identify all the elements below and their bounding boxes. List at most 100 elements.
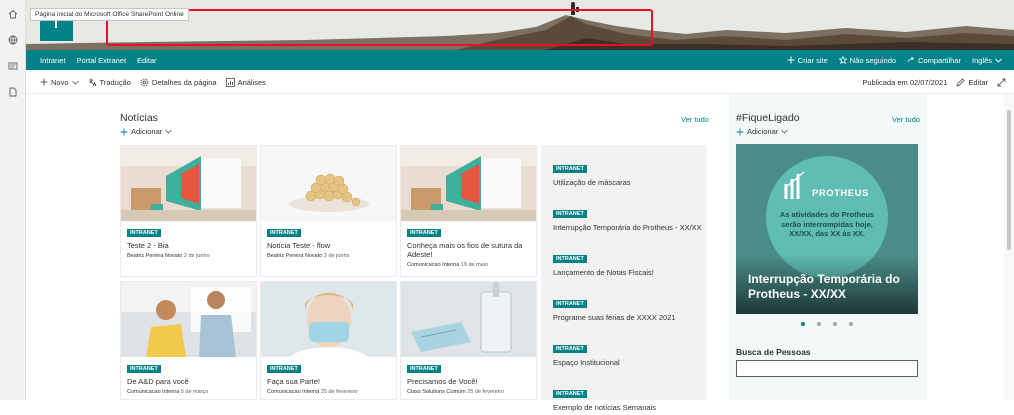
- plus-icon: [787, 56, 795, 64]
- tooltip: Página inicial do Microsoft Office Share…: [30, 8, 189, 21]
- expand-icon: [997, 78, 1006, 86]
- language-label: Inglês: [971, 55, 992, 65]
- news-card-image: [261, 282, 396, 357]
- news-card-date: 2 de junho: [323, 253, 350, 259]
- nav-portal-extranet[interactable]: Portal Extranet: [76, 56, 126, 65]
- news-card-image: [401, 146, 536, 221]
- people-search-title: Busca de Pessoas: [736, 347, 811, 357]
- page-icon[interactable]: [0, 80, 26, 104]
- edit-button[interactable]: Editar: [956, 78, 988, 87]
- list-item-title[interactable]: Interrupção Temporária do Protheus - XX/…: [553, 223, 707, 232]
- list-item-title[interactable]: Lançamento de Notas Fiscais!: [553, 268, 707, 277]
- home-icon[interactable]: [0, 2, 26, 26]
- news-add-label: Adicionar: [131, 127, 163, 136]
- translation-label: Tradução: [99, 77, 131, 87]
- analytics-label: Análises: [237, 77, 266, 87]
- nav-intranet[interactable]: Intranet: [40, 56, 65, 65]
- list-item[interactable]: INTRANET Programe suas férias de XXXX 20…: [541, 280, 707, 325]
- list-item-title[interactable]: Programe suas férias de XXXX 2021: [553, 313, 707, 322]
- language-dropdown[interactable]: Inglês: [972, 56, 1002, 65]
- gear-icon: [140, 78, 149, 86]
- scrollbar[interactable]: [1004, 94, 1014, 400]
- globe-icon[interactable]: [0, 28, 26, 52]
- carousel-dot[interactable]: [817, 322, 821, 326]
- category-badge: INTRANET: [127, 365, 161, 373]
- follow-button[interactable]: Não seguindo: [838, 55, 897, 65]
- news-add-button[interactable]: Adicionar: [120, 127, 173, 136]
- news-section-title: Notícias: [120, 112, 158, 124]
- category-badge: INTRANET: [553, 345, 587, 353]
- news-card-date: 19 de maio: [460, 262, 489, 268]
- translate-icon: [88, 78, 96, 86]
- news-card-date: 5 de março: [180, 389, 209, 395]
- news-card-title[interactable]: Notícia Teste - flow: [267, 241, 390, 250]
- create-site-button[interactable]: Criar site: [787, 56, 828, 65]
- news-card-author: Beatriz Pereira Novato: [267, 253, 323, 259]
- list-item-title[interactable]: Espaço Institucional: [553, 358, 707, 367]
- category-badge: INTRANET: [267, 365, 301, 373]
- news-card-title[interactable]: Precisamos de Você!: [407, 377, 530, 386]
- news-card-title[interactable]: Teste 2 - Bia: [127, 241, 250, 250]
- list-item[interactable]: INTRANET Interrupção Temporária do Proth…: [541, 190, 707, 235]
- list-item[interactable]: INTRANET Espaço Institucional: [541, 325, 707, 370]
- news-card-title[interactable]: De A&D para você: [127, 377, 250, 386]
- chevron-down-icon: [165, 129, 173, 134]
- list-item[interactable]: INTRANET Utilização de máscaras: [541, 145, 707, 190]
- news-card-date: 2 de junho: [183, 253, 210, 259]
- pencil-icon: [956, 78, 965, 86]
- news-card-image: [121, 282, 256, 357]
- list-item[interactable]: INTRANET Exemplo de notícias Semanais: [541, 370, 707, 415]
- news-card-author: Comunicacao Interna: [407, 262, 460, 268]
- news-card[interactable]: INTRANET Precisamos de Você! Class Solut…: [400, 281, 537, 400]
- side-see-all-link[interactable]: Ver tudo: [892, 115, 920, 124]
- news-card[interactable]: INTRANET Conheça mais os fios de sutura …: [400, 145, 537, 277]
- news-card[interactable]: INTRANET Teste 2 - Bia Beatriz Pereira N…: [120, 145, 257, 277]
- analytics-button[interactable]: Análises: [225, 77, 266, 87]
- side-add-label: Adicionar: [747, 127, 779, 136]
- analytics-icon: [225, 77, 235, 87]
- news-card[interactable]: INTRANET Notícia Teste - flow Beatriz Pe…: [260, 145, 397, 277]
- carousel-dot[interactable]: [849, 322, 853, 326]
- follow-label: Não seguindo: [849, 55, 897, 65]
- carousel-slide[interactable]: PROTHEUS As atividades do Protheus serão…: [736, 144, 918, 314]
- create-site-label: Criar site: [797, 55, 828, 65]
- category-badge: INTRANET: [553, 255, 587, 263]
- news-card-title[interactable]: Conheça mais os fios de sutura da Adeste…: [407, 241, 530, 259]
- people-search-input[interactable]: [736, 360, 918, 377]
- share-icon: [907, 56, 915, 63]
- side-add-button[interactable]: Adicionar: [736, 127, 789, 136]
- carousel-pager: [801, 322, 853, 326]
- page-details-button[interactable]: Detalhes da página: [140, 78, 217, 87]
- category-badge: INTRANET: [553, 210, 587, 218]
- news-card-image: [261, 146, 396, 221]
- carousel-image-text: As atividades do Protheus serão interrom…: [779, 210, 875, 238]
- category-badge: INTRANET: [127, 229, 161, 237]
- carousel-dot[interactable]: [833, 322, 837, 326]
- news-card[interactable]: INTRANET Faça sua Parte! Comunicacao Int…: [260, 281, 397, 400]
- new-label: Novo: [51, 77, 69, 87]
- news-card-author: Beatriz Pereira Novato: [127, 253, 183, 259]
- list-item[interactable]: INTRANET Lançamento de Notas Fiscais!: [541, 235, 707, 280]
- page-details-label: Detalhes da página: [151, 77, 217, 87]
- news-card[interactable]: INTRANET De A&D para você Comunicacao In…: [120, 281, 257, 400]
- list-item-title[interactable]: Utilização de máscaras: [553, 178, 707, 187]
- expand-button[interactable]: [997, 78, 1006, 87]
- hub-navigation-bar: Intranet Portal Extranet Editar Criar si…: [26, 50, 1014, 70]
- new-button[interactable]: Novo: [40, 78, 79, 87]
- share-button[interactable]: Compartilhar: [907, 56, 961, 65]
- category-badge: INTRANET: [553, 390, 587, 398]
- news-card-date: 25 de fevereiro: [320, 389, 358, 395]
- translation-button[interactable]: Tradução: [88, 78, 131, 87]
- chevron-down-icon: [781, 129, 789, 134]
- nav-edit[interactable]: Editar: [137, 56, 157, 65]
- news-list: INTRANET Utilização de máscaras INTRANET…: [541, 145, 707, 412]
- side-section-title: #FiqueLigado: [736, 112, 800, 124]
- news-card-date: 25 de fevereiro: [467, 389, 504, 395]
- share-label: Compartilhar: [918, 55, 961, 65]
- carousel-caption[interactable]: Interrupção Temporária do Protheus - XX/…: [748, 272, 908, 302]
- list-item-title[interactable]: Exemplo de notícias Semanais: [553, 403, 707, 412]
- news-icon[interactable]: [0, 54, 26, 78]
- news-see-all-link[interactable]: Ver tudo: [681, 115, 709, 124]
- carousel-dot[interactable]: [801, 322, 805, 326]
- news-card-title[interactable]: Faça sua Parte!: [267, 377, 390, 386]
